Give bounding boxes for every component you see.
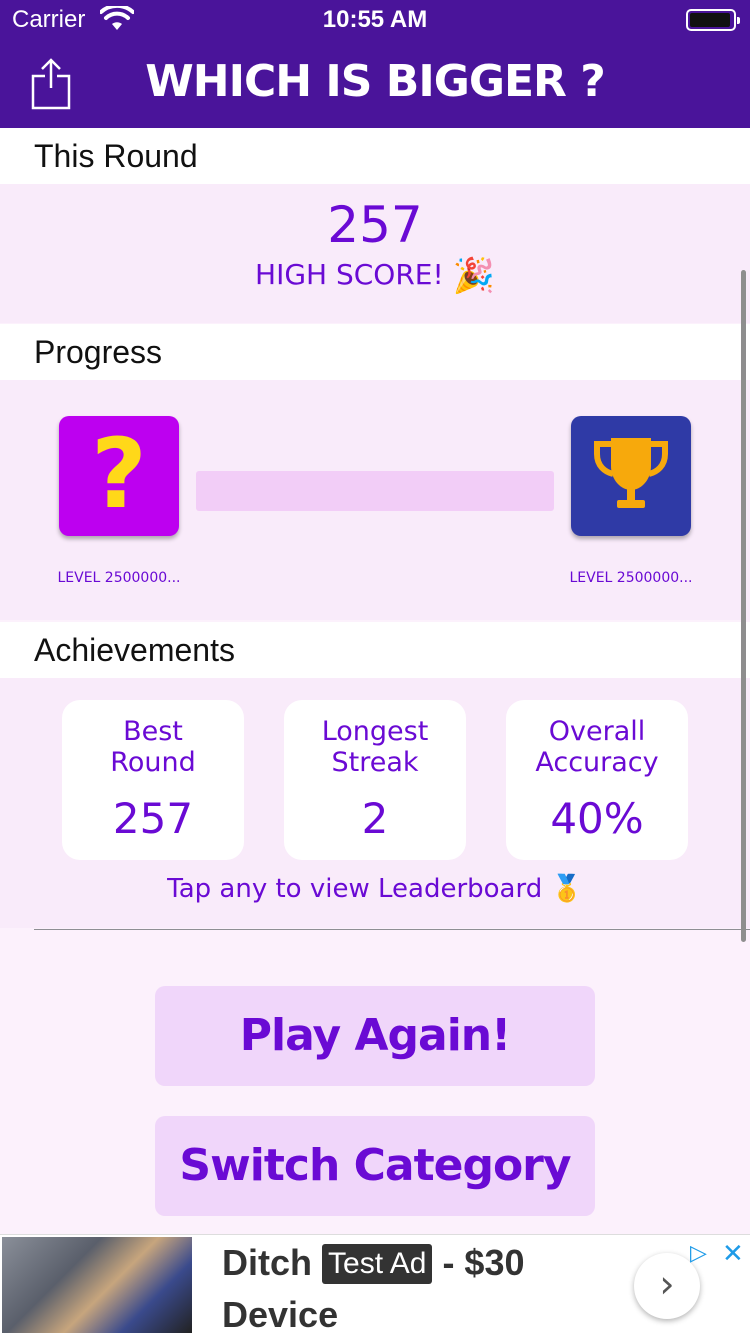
round-score: 257 bbox=[327, 196, 423, 254]
scroll-indicator[interactable] bbox=[741, 270, 746, 942]
question-mark-icon: ? bbox=[91, 418, 147, 530]
this-round-section: 257 HIGH SCORE! 🎉 bbox=[0, 184, 750, 323]
high-score-label: HIGH SCORE! 🎉 bbox=[0, 256, 750, 296]
achievements-header: Achievements bbox=[0, 622, 750, 678]
medal-icon: 🥇 bbox=[550, 874, 583, 904]
ad-image[interactable] bbox=[2, 1237, 192, 1333]
trophy-icon bbox=[594, 438, 668, 508]
party-popper-icon: 🎉 bbox=[452, 256, 495, 296]
ad-headline-start: Ditch bbox=[222, 1242, 312, 1283]
high-score-text: HIGH SCORE! bbox=[255, 258, 444, 291]
close-icon[interactable]: ✕ bbox=[722, 1239, 744, 1269]
nav-bar: WHICH IS BIGGER ? bbox=[0, 40, 750, 128]
ad-headline-line2: Device bbox=[222, 1294, 339, 1334]
current-level-label: LEVEL 2500000... bbox=[57, 570, 181, 586]
overall-accuracy-label: Overall Accuracy bbox=[535, 716, 659, 778]
leaderboard-hint[interactable]: Tap any to view Leaderboard 🥇 bbox=[0, 874, 750, 904]
overall-accuracy-card[interactable]: Overall Accuracy 40% bbox=[506, 700, 688, 860]
longest-streak-card[interactable]: Longest Streak 2 bbox=[284, 700, 466, 860]
next-level-box bbox=[571, 416, 691, 536]
this-round-header: This Round bbox=[0, 128, 750, 184]
current-level-box: ? bbox=[59, 416, 179, 536]
progress-section: ? LEVEL 2500000... LEVEL 2500000... bbox=[0, 380, 750, 620]
progress-header: Progress bbox=[0, 324, 750, 380]
leaderboard-hint-text: Tap any to view Leaderboard bbox=[167, 874, 543, 904]
ad-headline[interactable]: Ditch Test Ad - $30 Device bbox=[222, 1237, 622, 1334]
longest-streak-value: 2 bbox=[361, 794, 389, 843]
status-bar: Carrier 10:55 AM bbox=[0, 0, 750, 40]
clock: 10:55 AM bbox=[322, 6, 428, 33]
longest-streak-label: Longest Streak bbox=[321, 716, 429, 778]
achievements-section: Best Round 257 Longest Streak 2 Overall … bbox=[0, 678, 750, 928]
overall-accuracy-value: 40% bbox=[550, 794, 644, 843]
switch-category-button[interactable]: Switch Category bbox=[155, 1116, 595, 1216]
page-title: WHICH IS BIGGER ? bbox=[145, 56, 605, 107]
battery-icon bbox=[686, 9, 740, 31]
test-ad-badge: Test Ad bbox=[322, 1244, 433, 1284]
next-level-label: LEVEL 2500000... bbox=[569, 570, 693, 586]
level-progress-bar bbox=[196, 471, 554, 511]
best-round-value: 257 bbox=[112, 794, 194, 843]
ad-choices-icon[interactable]: ▷ bbox=[690, 1241, 707, 1266]
best-round-label: Best Round bbox=[110, 716, 196, 778]
best-round-card[interactable]: Best Round 257 bbox=[62, 700, 244, 860]
ad-headline-end: - $30 bbox=[442, 1242, 525, 1283]
play-again-button[interactable]: Play Again! bbox=[155, 986, 595, 1086]
divider bbox=[34, 929, 750, 930]
ad-banner[interactable]: Ditch Test Ad - $30 Device › ▷ ✕ bbox=[0, 1234, 750, 1334]
